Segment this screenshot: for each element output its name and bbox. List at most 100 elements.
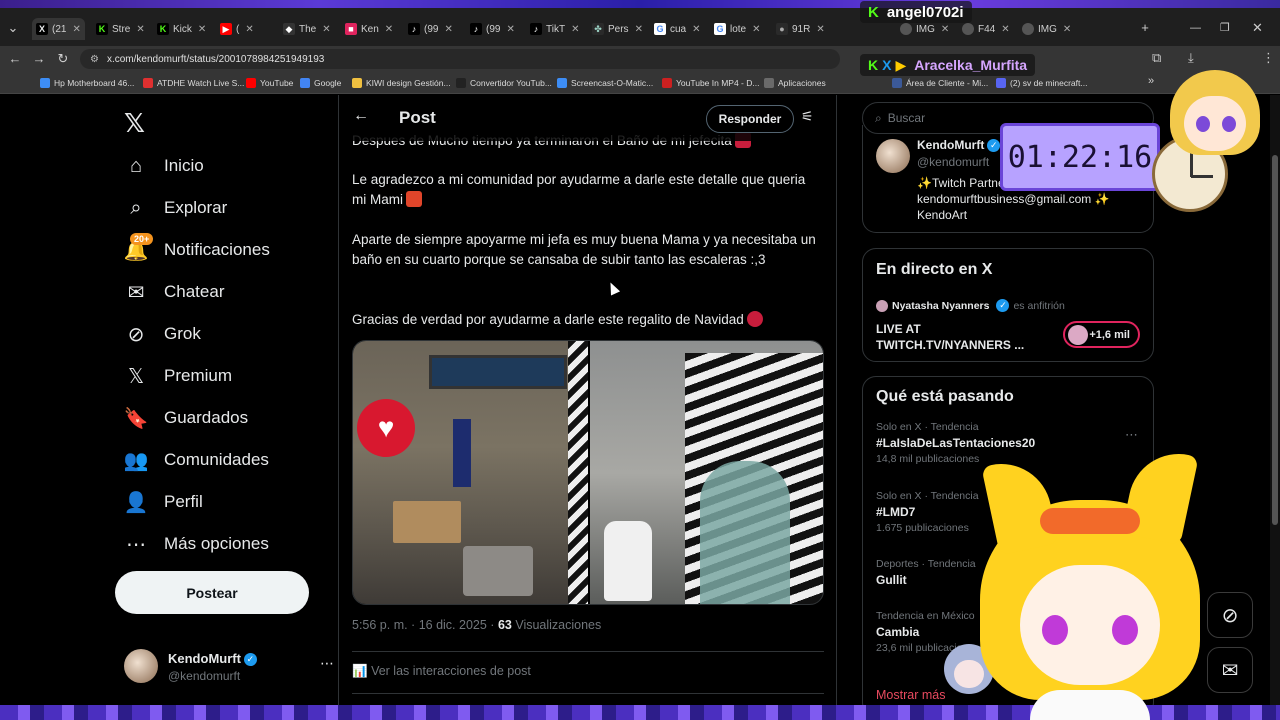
- search-placeholder: Buscar: [887, 111, 926, 125]
- browser-tab[interactable]: ♪ (99 ✕: [404, 18, 457, 40]
- bookmark-favicon-icon: [143, 78, 153, 88]
- nav-item-más-opciones[interactable]: ⋯ Más opciones: [124, 524, 269, 564]
- browser-tab[interactable]: K Kick ✕: [153, 18, 210, 40]
- window-close-icon[interactable]: ✕: [1252, 20, 1263, 36]
- reload-icon[interactable]: ↻: [52, 51, 74, 67]
- grok-floating-button[interactable]: ⊘: [1207, 592, 1253, 638]
- bookmark-item[interactable]: Screencast-O-Matic...: [557, 76, 653, 90]
- bookmark-item[interactable]: Convertidor YouTub...: [456, 76, 552, 90]
- bookmark-item[interactable]: KIWI design Gestión...: [352, 76, 451, 90]
- browser-tab[interactable]: ♪ (99 ✕: [466, 18, 519, 40]
- post-media[interactable]: ♥: [352, 340, 824, 605]
- live-listeners-button[interactable]: +1,6 mil: [1063, 321, 1140, 348]
- post-interactions-link[interactable]: 📊 Ver las interacciones de post: [352, 664, 531, 679]
- nav-item-notificaciones[interactable]: 🔔 20+ Notificaciones: [124, 230, 270, 270]
- tab-close-icon[interactable]: ✕: [635, 24, 643, 35]
- filter-settings-icon[interactable]: ⚟: [801, 108, 814, 125]
- post-column: ← Post Responder ⚟ Despues de Mucho tiem…: [338, 95, 837, 705]
- tab-close-icon[interactable]: ✕: [752, 24, 760, 35]
- nav-item-label: Inicio: [164, 156, 204, 175]
- post-timestamp[interactable]: 5:56 p. m. · 16 dic. 2025 ·: [352, 618, 494, 632]
- bookmark-item[interactable]: (2) sv de minecraft...: [996, 76, 1087, 90]
- tab-close-icon[interactable]: ✕: [72, 24, 80, 35]
- tab-close-icon[interactable]: ✕: [136, 24, 144, 35]
- browser-tab[interactable]: ✤ Pers ✕: [588, 18, 647, 40]
- tab-search-icon[interactable]: ⌄: [2, 20, 24, 36]
- site-info-icon[interactable]: ⚙: [90, 54, 99, 65]
- new-tab-button[interactable]: +: [1134, 20, 1156, 35]
- tab-close-icon[interactable]: ✕: [941, 24, 949, 35]
- tab-close-icon[interactable]: ✕: [506, 24, 514, 35]
- search-icon: ⌕: [875, 110, 882, 125]
- forward-icon[interactable]: →: [28, 51, 50, 66]
- tab-close-icon[interactable]: ✕: [322, 24, 330, 35]
- post-button[interactable]: Postear: [115, 571, 309, 614]
- bookmark-item[interactable]: Aplicaciones: [764, 76, 826, 90]
- nav-item-grok[interactable]: ⊘ Grok: [124, 314, 201, 354]
- vtuber-avatar-small: [1160, 60, 1270, 180]
- bookmarks-more-icon[interactable]: »: [1140, 75, 1162, 87]
- post-paragraph-3: Gracias de verdad por ayudarme a darle e…: [352, 310, 822, 330]
- tab-close-icon[interactable]: ✕: [692, 24, 700, 35]
- messages-floating-button[interactable]: ✉: [1207, 647, 1253, 693]
- browser-tab[interactable]: ● 91R ✕: [772, 18, 829, 40]
- nav-item-perfil[interactable]: 👤 Perfil: [124, 482, 203, 522]
- tab-close-icon[interactable]: ✕: [1001, 24, 1009, 35]
- nav-item-comunidades[interactable]: 👥 Comunidades: [124, 440, 269, 480]
- url-input[interactable]: ⚙ x.com/kendomurft/status/20010789842519…: [80, 49, 840, 69]
- avatar: [1068, 325, 1088, 345]
- avatar[interactable]: [124, 649, 158, 683]
- bathroom-photo-2[interactable]: [590, 341, 823, 604]
- browser-tab[interactable]: Glote ✕: [710, 18, 765, 40]
- browser-tab[interactable]: Gcua ✕: [650, 18, 705, 40]
- tab-close-icon[interactable]: ✕: [385, 24, 393, 35]
- bookmark-item[interactable]: ATDHE Watch Live S...: [143, 76, 244, 90]
- nav-item-chatear[interactable]: ✉ Chatear: [124, 272, 225, 312]
- bookmark-favicon-icon: [300, 78, 310, 88]
- tab-favicon-icon: X: [36, 23, 48, 35]
- curtain-edge-shape: [568, 341, 588, 604]
- browser-tab[interactable]: ◆ The ✕: [279, 18, 335, 40]
- reply-button[interactable]: Responder: [706, 105, 794, 133]
- bookmark-item[interactable]: YouTube In MP4 - D...: [662, 76, 759, 90]
- trends-title: Qué está pasando: [876, 388, 1014, 405]
- browser-tab[interactable]: IMG ✕: [1018, 18, 1075, 40]
- nav-item-inicio[interactable]: ⌂ Inicio: [124, 146, 204, 186]
- tab-favicon-icon: ■: [345, 23, 357, 35]
- tab-favicon-icon: K: [157, 23, 169, 35]
- bookmark-item[interactable]: YouTube: [246, 76, 293, 90]
- tab-close-icon[interactable]: ✕: [198, 24, 206, 35]
- browser-tab[interactable]: X (21 ✕: [32, 18, 85, 40]
- more-icon[interactable]: ⋯: [320, 655, 334, 672]
- tab-close-icon[interactable]: ✕: [444, 24, 452, 35]
- x-logo-icon[interactable]: 𝕏: [124, 108, 145, 139]
- tab-close-icon[interactable]: ✕: [245, 24, 253, 35]
- avatar[interactable]: [876, 139, 910, 173]
- window-minimize-icon[interactable]: —: [1190, 22, 1201, 34]
- tab-favicon-icon: G: [654, 23, 666, 35]
- nav-item-premium[interactable]: 𝕏 Premium: [124, 356, 232, 396]
- bathroom-photo-1[interactable]: ♥: [353, 341, 588, 604]
- bookmark-item[interactable]: Google: [300, 76, 341, 90]
- nav-item-guardados[interactable]: 🔖 Guardados: [124, 398, 249, 438]
- browser-tab[interactable]: ■ Ken ✕: [341, 18, 397, 40]
- account-switcher[interactable]: KendoMurft ✓ @kendomurft ⋯: [124, 645, 334, 685]
- nav-item-explorar[interactable]: ⌕ Explorar: [124, 188, 227, 228]
- tab-close-icon[interactable]: ✕: [571, 24, 579, 35]
- tab-close-icon[interactable]: ✕: [1063, 24, 1071, 35]
- live-card[interactable]: En directo en X Nyatasha Nyanners ✓ es a…: [862, 248, 1154, 362]
- search-icon: ⌕: [124, 196, 148, 220]
- back-icon[interactable]: ←: [4, 51, 26, 66]
- browser-tab[interactable]: ▶ (✕: [216, 18, 258, 40]
- bookmark-item[interactable]: Área de Cliente - Mi...: [892, 76, 988, 90]
- show-more-link[interactable]: Mostrar más: [876, 688, 945, 702]
- browser-tab[interactable]: ♪ TikT ✕: [526, 18, 583, 40]
- bookmark-item[interactable]: Hp Motherboard 46...: [40, 76, 134, 90]
- window-restore-icon[interactable]: ❐: [1220, 21, 1230, 34]
- back-arrow-icon[interactable]: ←: [353, 107, 369, 125]
- scrollbar-thumb[interactable]: [1272, 155, 1278, 525]
- scrollbar[interactable]: [1270, 95, 1280, 705]
- post-paragraph-3-text: Gracias de verdad por ayudarme a darle e…: [352, 312, 744, 327]
- tab-close-icon[interactable]: ✕: [816, 24, 824, 35]
- browser-tab[interactable]: K Stre ✕: [92, 18, 149, 40]
